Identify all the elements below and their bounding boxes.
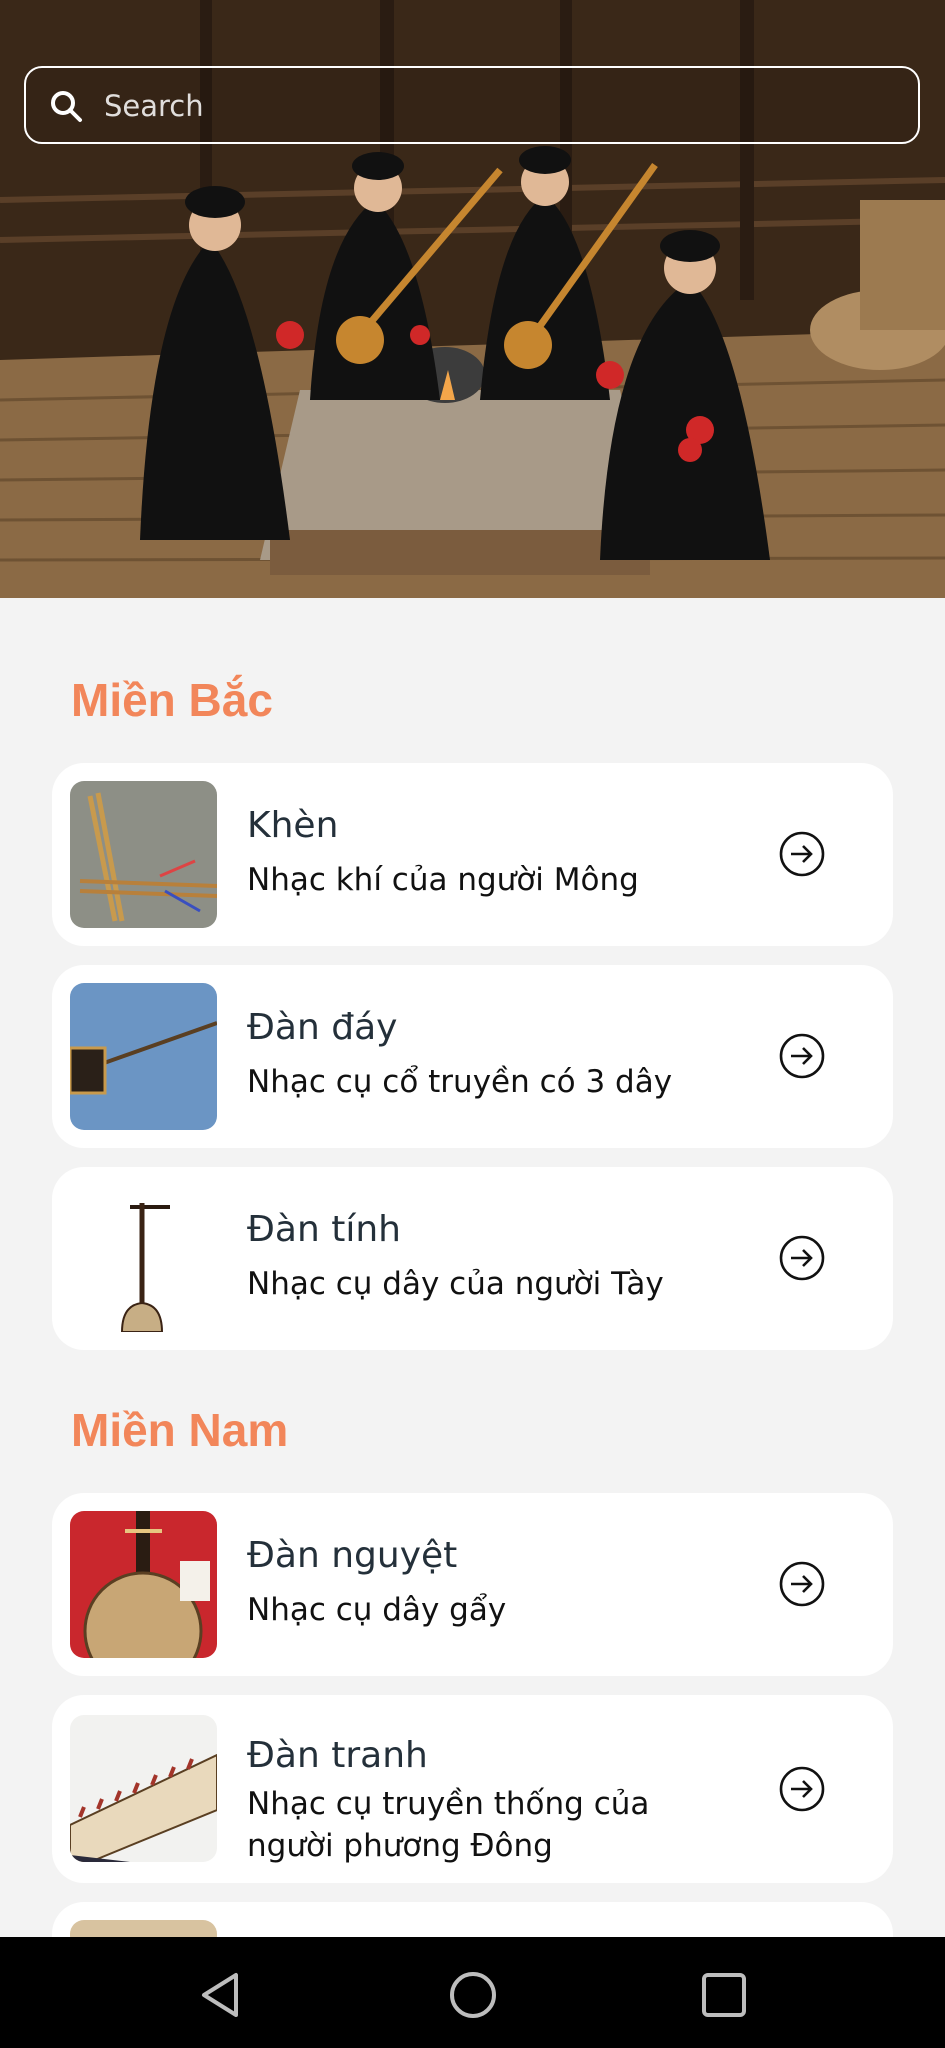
item-title: Đàn đáy bbox=[247, 1007, 398, 1048]
arrow-right-circle-icon[interactable] bbox=[778, 1765, 826, 1813]
home-icon[interactable] bbox=[443, 1965, 503, 2025]
item-subtitle: Nhạc cụ truyền thống của người phương Đô… bbox=[247, 1786, 650, 1864]
item-title: Đàn tranh bbox=[247, 1735, 428, 1776]
hero-image bbox=[0, 0, 945, 598]
arrow-right-circle-icon[interactable] bbox=[778, 830, 826, 878]
item-title: Đàn tính bbox=[247, 1209, 401, 1250]
search-input[interactable] bbox=[102, 82, 886, 130]
list-item-dan-day[interactable]: Đàn đáy Nhạc cụ cổ truyền có 3 dây bbox=[52, 965, 893, 1148]
recents-icon[interactable] bbox=[694, 1965, 754, 2025]
search-icon bbox=[51, 91, 82, 122]
arrow-right-circle-icon[interactable] bbox=[778, 1560, 826, 1608]
dan-nguyet-thumbnail bbox=[70, 1511, 217, 1658]
item-title: Đàn nguyệt bbox=[247, 1535, 458, 1576]
search-bar[interactable] bbox=[24, 66, 920, 144]
item-subtitle: Nhạc cụ dây gẩy bbox=[247, 1592, 507, 1628]
back-icon[interactable] bbox=[192, 1965, 252, 2025]
section-title-south: Miền Nam bbox=[71, 1404, 289, 1456]
dan-tinh-thumbnail bbox=[70, 1185, 217, 1332]
list-item-dan-tranh[interactable]: Đàn tranh Nhạc cụ truyền thống của người… bbox=[52, 1695, 893, 1883]
item-subtitle: Nhạc cụ cổ truyền có 3 dây bbox=[247, 1064, 673, 1100]
dan-tranh-thumbnail bbox=[70, 1715, 217, 1862]
section-title-north: Miền Bắc bbox=[71, 674, 273, 726]
arrow-right-circle-icon[interactable] bbox=[778, 1032, 826, 1080]
item-title: Khèn bbox=[247, 805, 339, 846]
arrow-right-circle-icon[interactable] bbox=[778, 1234, 826, 1282]
list-item-dan-nguyet[interactable]: Đàn nguyệt Nhạc cụ dây gẩy bbox=[52, 1493, 893, 1676]
item-subtitle: Nhạc cụ dây của người Tày bbox=[247, 1266, 664, 1302]
khen-thumbnail bbox=[70, 781, 217, 928]
list-item-khen[interactable]: Khèn Nhạc khí của người Mông bbox=[52, 763, 893, 946]
dan-day-thumbnail bbox=[70, 983, 217, 1130]
item-subtitle: Nhạc khí của người Mông bbox=[247, 862, 639, 898]
list-item-dan-tinh[interactable]: Đàn tính Nhạc cụ dây của người Tày bbox=[52, 1167, 893, 1350]
system-nav-bar bbox=[0, 1937, 945, 2048]
